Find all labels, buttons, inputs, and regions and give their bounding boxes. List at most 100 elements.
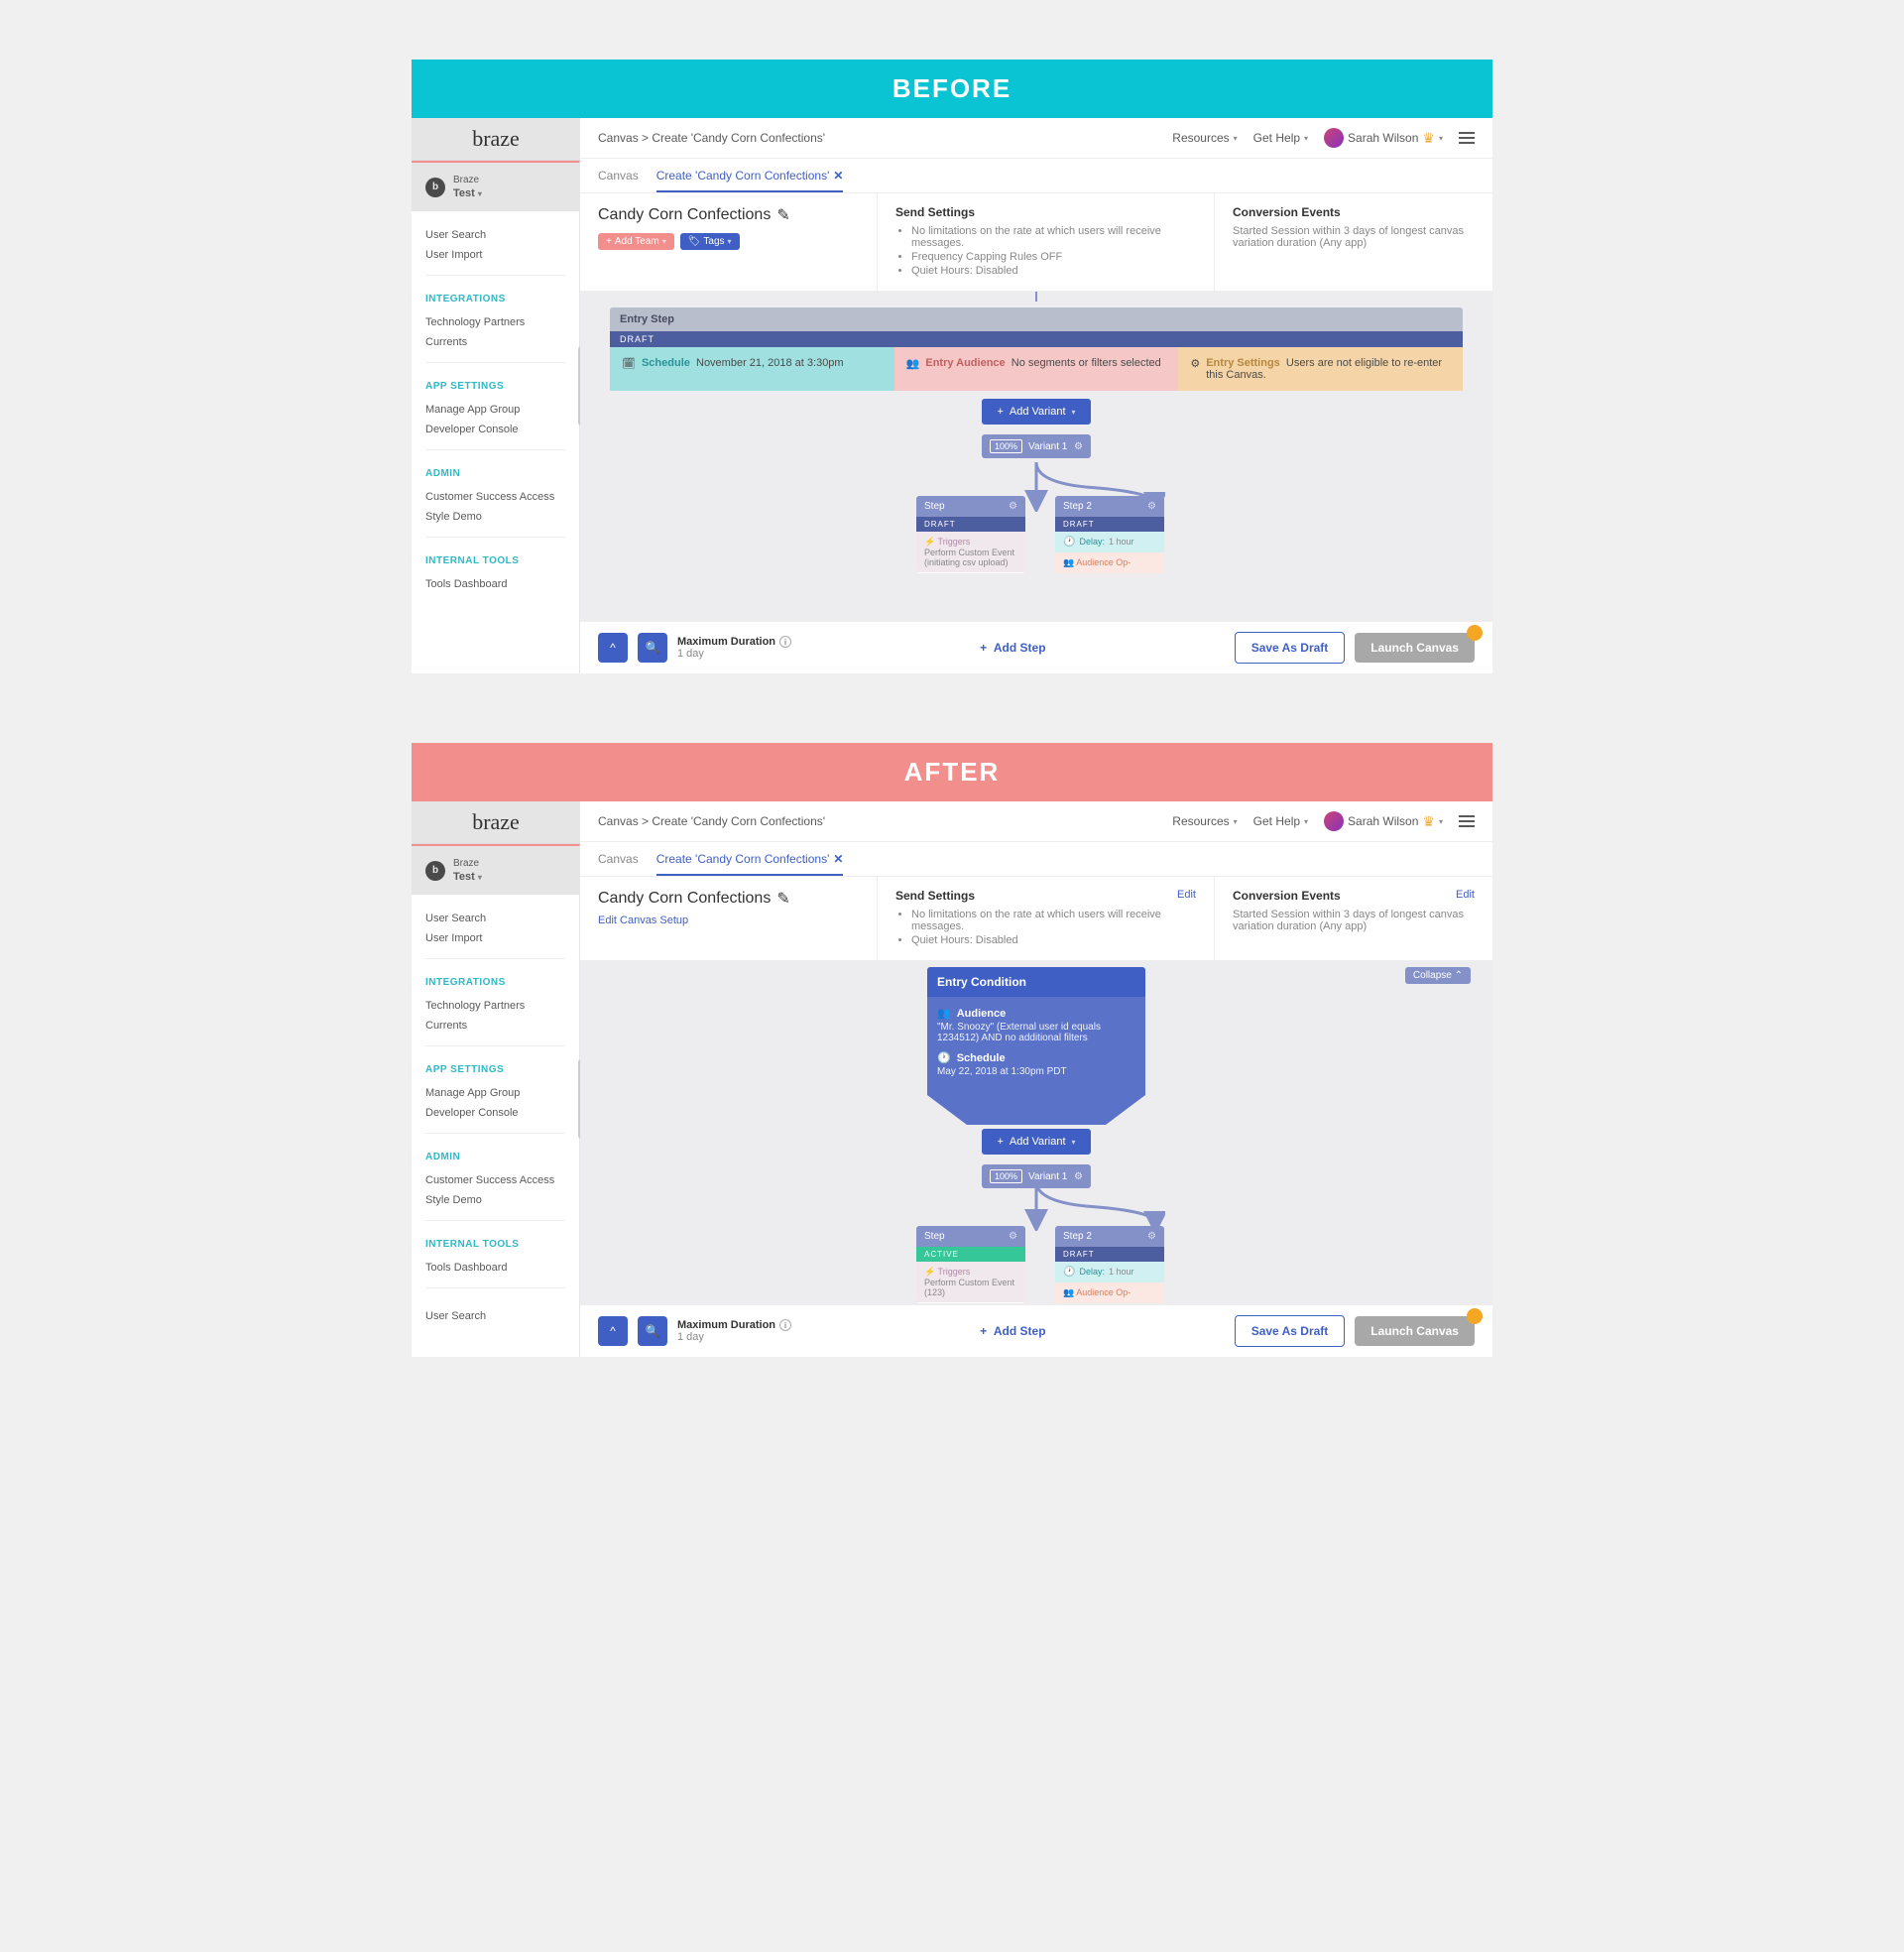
collapse-button[interactable]: Collapse ⌃ <box>1405 967 1471 984</box>
step-card-2[interactable]: Step 2⚙ DRAFT 🕐 Delay: 1 hour 👥 Audience… <box>1055 1226 1164 1303</box>
sidebar-item-manage-app-group[interactable]: Manage App Group <box>425 1083 565 1103</box>
user-menu[interactable]: Sarah Wilson ♛ ▾ <box>1324 811 1443 831</box>
launch-canvas-button[interactable]: Launch Canvas <box>1355 633 1475 663</box>
sidebar-item-dev-console[interactable]: Developer Console <box>425 420 565 439</box>
pencil-icon[interactable]: ✎ <box>776 889 789 909</box>
search-button[interactable]: 🔍 <box>638 633 667 663</box>
send-settings-list: No limitations on the rate at which user… <box>911 909 1196 946</box>
entry-step-status: DRAFT <box>610 331 1463 347</box>
tab-create[interactable]: Create 'Candy Corn Confections'✕ <box>656 852 844 876</box>
sidebar-item-tools-dashboard[interactable]: Tools Dashboard <box>425 574 565 594</box>
sidebar-item-tools-dashboard[interactable]: Tools Dashboard <box>425 1258 565 1278</box>
sidebar-item-tech-partners[interactable]: Technology Partners <box>425 312 565 332</box>
sidebar-item-user-import[interactable]: User Import <box>425 928 565 948</box>
get-help-link[interactable]: Get Help ▾ <box>1253 131 1308 145</box>
variant-chip[interactable]: 100% Variant 1 ⚙ <box>982 434 1091 458</box>
sidebar-item-csa[interactable]: Customer Success Access <box>425 487 565 507</box>
sidebar-item-style-demo[interactable]: Style Demo <box>425 1190 565 1210</box>
sidebar-item-user-import[interactable]: User Import <box>425 245 565 265</box>
close-icon[interactable]: ✕ <box>833 852 843 866</box>
sidebar-item-csa[interactable]: Customer Success Access <box>425 1170 565 1190</box>
sidebar: b Braze Test ▾ User Search User Import I… <box>412 161 580 673</box>
entry-audience-card[interactable]: 👥 Entry Audience No segments or filters … <box>894 347 1179 391</box>
delay-label: Delay: <box>1079 537 1105 548</box>
info-icon[interactable]: i <box>779 636 791 648</box>
pencil-icon[interactable]: ✎ <box>776 205 789 225</box>
gear-icon[interactable]: ⚙ <box>1074 1171 1083 1182</box>
people-icon: 👥 <box>906 357 920 370</box>
gear-icon[interactable]: ⚙ <box>1009 501 1017 512</box>
gear-icon[interactable]: ⚙ <box>1074 441 1083 452</box>
resources-link[interactable]: Resources ▾ <box>1172 814 1237 828</box>
entry-condition-block[interactable]: Entry Condition 👥Audience "Mr. Snoozy" (… <box>927 967 1145 1095</box>
entry-schedule-card[interactable]: 🗓 Schedule November 21, 2018 at 3:30pm <box>610 347 894 391</box>
warning-badge-icon <box>1467 1308 1483 1324</box>
topbar: Canvas > Create 'Candy Corn Confections'… <box>580 118 1492 159</box>
sidebar-item-manage-app-group[interactable]: Manage App Group <box>425 400 565 420</box>
before-banner: BEFORE <box>412 60 1492 118</box>
max-duration-value: 1 day <box>677 648 791 660</box>
save-draft-button[interactable]: Save As Draft <box>1235 1315 1346 1347</box>
max-duration-value: 1 day <box>677 1331 791 1343</box>
entry-step-title: Entry Step <box>610 307 1463 331</box>
calendar-icon: 🗓 <box>622 357 636 370</box>
sidebar-item-dev-console[interactable]: Developer Console <box>425 1103 565 1123</box>
sidebar-item-currents[interactable]: Currents <box>425 1016 565 1036</box>
entry-step-block[interactable]: Entry Step DRAFT 🗓 Schedule November 21,… <box>610 307 1463 391</box>
org-name: Braze <box>453 858 482 869</box>
sidebar-item-user-search[interactable]: User Search <box>425 909 565 928</box>
sidebar-item-user-search-2[interactable]: User Search <box>425 1306 565 1326</box>
audience-text: "Mr. Snoozy" (External user id equals 12… <box>937 1022 1135 1043</box>
add-variant-button[interactable]: + Add Variant ▾ <box>982 399 1091 425</box>
add-step-button[interactable]: + Add Step <box>980 641 1045 655</box>
sidebar-org-selector[interactable]: b Braze Test ▾ <box>412 846 579 895</box>
tab-canvas[interactable]: Canvas <box>598 852 639 876</box>
info-icon[interactable]: i <box>779 1319 791 1331</box>
gear-icon[interactable]: ⚙ <box>1009 1231 1017 1242</box>
after-banner: AFTER <box>412 743 1492 801</box>
step-status: DRAFT <box>1055 517 1164 532</box>
gear-icon[interactable]: ⚙ <box>1147 1231 1156 1242</box>
entry-condition-title: Entry Condition <box>927 967 1145 997</box>
people-icon: 👥 <box>1063 1287 1074 1297</box>
gear-icon: ⚙ <box>1190 357 1200 370</box>
hamburger-icon[interactable] <box>1459 815 1475 827</box>
get-help-link[interactable]: Get Help ▾ <box>1253 814 1308 828</box>
add-step-button[interactable]: + Add Step <box>980 1324 1045 1338</box>
sidebar-heading-integrations: INTEGRATIONS <box>425 294 565 305</box>
tags-button[interactable]: 🏷 Tags ▾ <box>680 233 740 250</box>
conversion-events-heading: Conversion Events <box>1233 205 1341 219</box>
org-select: Test ▾ <box>453 871 482 883</box>
sidebar-item-currents[interactable]: Currents <box>425 332 565 352</box>
up-button[interactable]: ^ <box>598 633 628 663</box>
edit-canvas-setup-link[interactable]: Edit Canvas Setup <box>598 915 859 926</box>
sidebar-heading-app-settings: APP SETTINGS <box>425 381 565 392</box>
step-card-1[interactable]: Step⚙ DRAFT ⚡ Triggers Perform Custom Ev… <box>916 496 1025 573</box>
send-settings-edit-link[interactable]: Edit <box>1177 889 1196 903</box>
step-card-2[interactable]: Step 2⚙ DRAFT 🕐 Delay: 1 hour 👥 Audience… <box>1055 496 1164 573</box>
variant-chip[interactable]: 100% Variant 1 ⚙ <box>982 1164 1091 1188</box>
search-button[interactable]: 🔍 <box>638 1316 667 1346</box>
delay-text: 1 hour <box>1109 537 1134 548</box>
tab-canvas[interactable]: Canvas <box>598 169 639 192</box>
add-team-button[interactable]: + Add Team ▾ <box>598 233 674 250</box>
conversion-events-edit-link[interactable]: Edit <box>1456 889 1475 903</box>
resources-link[interactable]: Resources ▾ <box>1172 131 1237 145</box>
user-menu[interactable]: Sarah Wilson ♛ ▾ <box>1324 128 1443 148</box>
up-button[interactable]: ^ <box>598 1316 628 1346</box>
launch-canvas-button[interactable]: Launch Canvas <box>1355 1316 1475 1346</box>
sidebar-item-tech-partners[interactable]: Technology Partners <box>425 996 565 1016</box>
tab-create[interactable]: Create 'Candy Corn Confections'✕ <box>656 169 844 192</box>
sidebar-item-style-demo[interactable]: Style Demo <box>425 507 565 527</box>
step-card-1[interactable]: Step⚙ ACTIVE ⚡ Triggers Perform Custom E… <box>916 1226 1025 1303</box>
add-variant-button[interactable]: + Add Variant ▾ <box>982 1129 1091 1155</box>
entry-settings-card[interactable]: ⚙ Entry Settings Users are not eligible … <box>1178 347 1463 391</box>
sidebar-item-user-search[interactable]: User Search <box>425 225 565 245</box>
schedule-label: Schedule <box>957 1052 1006 1064</box>
gear-icon[interactable]: ⚙ <box>1147 501 1156 512</box>
save-draft-button[interactable]: Save As Draft <box>1235 632 1346 664</box>
triggers-text: Perform Custom Event (123) <box>924 1278 1017 1297</box>
close-icon[interactable]: ✕ <box>833 169 843 183</box>
sidebar-org-selector[interactable]: b Braze Test ▾ <box>412 163 579 211</box>
hamburger-icon[interactable] <box>1459 132 1475 144</box>
